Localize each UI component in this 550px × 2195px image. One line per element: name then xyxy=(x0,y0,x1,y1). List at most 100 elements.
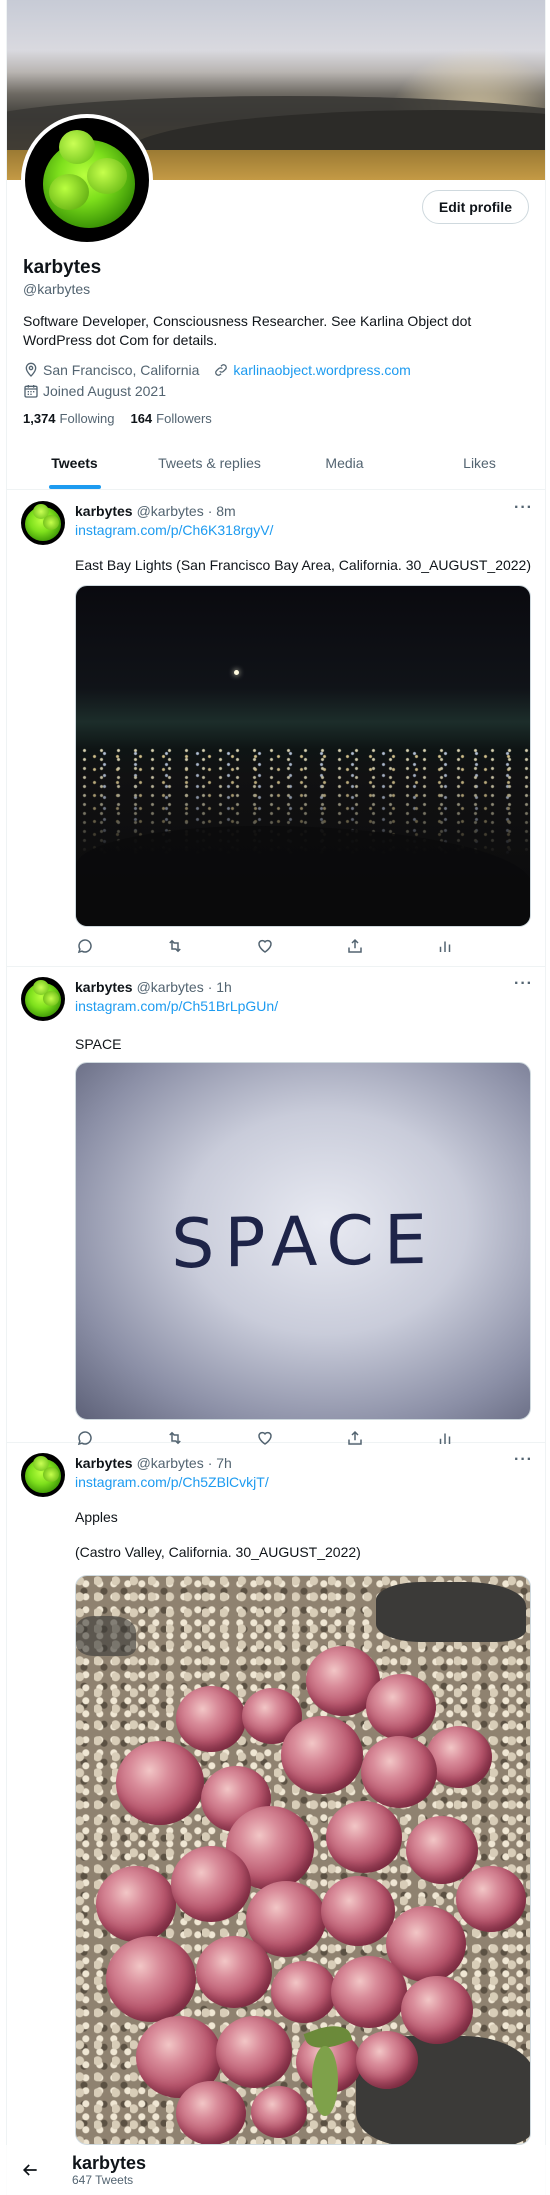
tab-tweets-replies[interactable]: Tweets & replies xyxy=(142,436,277,489)
moon-light xyxy=(234,670,239,675)
tweet-image[interactable]: SPACE xyxy=(75,1062,531,1420)
avatar-romanesco xyxy=(43,515,59,530)
website-link[interactable]: karlinaobject.wordpress.com xyxy=(233,362,410,378)
avatar-romanesco xyxy=(43,1467,59,1482)
tweet-link[interactable]: instagram.com/p/Ch5ZBlCvkjT/ xyxy=(75,1474,269,1490)
more-icon[interactable]: ··· xyxy=(514,499,533,517)
tweet-actions xyxy=(75,936,455,956)
tweet[interactable]: karbytes @karbytes · 1h ··· instagram.co… xyxy=(7,967,545,1446)
edit-profile-button[interactable]: Edit profile xyxy=(421,190,529,224)
tweet-time[interactable]: · 8m xyxy=(208,503,236,519)
share-icon[interactable] xyxy=(345,936,365,956)
link-icon xyxy=(215,364,228,376)
profile-name: karbytes xyxy=(23,257,102,278)
apple xyxy=(196,1936,272,2008)
apple xyxy=(271,1961,337,2023)
retweet-icon[interactable] xyxy=(165,936,185,956)
tweet-text: SPACE xyxy=(75,1036,122,1052)
tweet[interactable]: karbytes @karbytes · 8m ··· instagram.co… xyxy=(7,491,545,967)
apple xyxy=(281,1716,363,1794)
back-arrow-icon[interactable] xyxy=(20,2160,60,2180)
apple xyxy=(456,1866,526,1932)
profile-meta: San Francisco, California karlinaobject.… xyxy=(23,360,425,402)
header-title: karbytes xyxy=(72,2153,147,2173)
tweet-author-name[interactable]: karbytes xyxy=(75,1455,133,1471)
location-pin-icon xyxy=(25,362,37,377)
apple xyxy=(106,1936,196,2022)
avatar-romanesco xyxy=(43,991,59,1006)
more-icon[interactable]: ··· xyxy=(514,975,533,993)
calendar-icon xyxy=(24,385,38,398)
tweet-author-name[interactable]: karbytes xyxy=(75,979,133,995)
like-icon[interactable] xyxy=(255,936,275,956)
tweet-text: Apples xyxy=(75,1509,118,1525)
location: San Francisco, California xyxy=(23,362,199,378)
tweet-time[interactable]: · 1h xyxy=(208,979,232,995)
tweet-header: karbytes @karbytes · 8m xyxy=(75,503,236,519)
profile-tabs: Tweets Tweets & replies Media Likes xyxy=(7,436,545,490)
apple xyxy=(401,1976,473,2044)
following-count: 1,374 xyxy=(23,411,56,426)
apple xyxy=(356,2031,418,2089)
analytics-icon[interactable] xyxy=(435,936,455,956)
apple xyxy=(176,2081,246,2144)
location-text: San Francisco, California xyxy=(43,362,200,378)
followers-label: Followers xyxy=(156,411,212,426)
tweet-link[interactable]: instagram.com/p/Ch51BrLpGUn/ xyxy=(75,998,278,1014)
tweet-author-name[interactable]: karbytes xyxy=(75,503,133,519)
apple xyxy=(331,1956,407,2028)
tweet-text: East Bay Lights (San Francisco Bay Area,… xyxy=(75,557,531,573)
avatar-romanesco xyxy=(49,174,89,210)
apple xyxy=(216,2016,292,2088)
following-label: Following xyxy=(59,411,115,426)
tweet-avatar[interactable] xyxy=(21,1453,65,1497)
tweet-header: karbytes @karbytes · 1h xyxy=(75,979,232,995)
tweet[interactable]: karbytes @karbytes · 7h ··· instagram.co… xyxy=(7,1443,545,2195)
more-icon[interactable]: ··· xyxy=(514,1451,533,1469)
header-tweet-count: 647 Tweets xyxy=(72,2173,134,2187)
tweet-text-line-2: (Castro Valley, California. 30_AUGUST_20… xyxy=(75,1544,361,1560)
tab-tweets[interactable]: Tweets xyxy=(7,436,142,489)
profile-bio: Software Developer, Consciousness Resear… xyxy=(23,313,472,348)
apple xyxy=(326,1801,402,1873)
follow-stats: 1,374 Following 164 Followers xyxy=(23,411,228,426)
apple xyxy=(96,1866,176,1942)
followers-link[interactable]: 164 Followers xyxy=(130,411,211,426)
reply-icon[interactable] xyxy=(75,936,95,956)
tweet-avatar[interactable] xyxy=(21,501,65,545)
tweet-author-handle[interactable]: @karbytes xyxy=(137,1455,204,1471)
rock xyxy=(76,1616,136,1656)
header-title-block: karbytes 647 Tweets xyxy=(72,2153,146,2187)
tweet-avatar[interactable] xyxy=(21,977,65,1021)
tweet-link[interactable]: instagram.com/p/Ch6K318rgyV/ xyxy=(75,522,273,538)
tab-media[interactable]: Media xyxy=(277,436,412,489)
joined: Joined August 2021 xyxy=(23,383,166,399)
profile-avatar[interactable] xyxy=(21,114,153,246)
apple xyxy=(366,1674,436,1740)
handwritten-space-word: SPACE xyxy=(171,1200,437,1285)
tweet-author-handle[interactable]: @karbytes xyxy=(137,503,204,519)
following-link[interactable]: 1,374 Following xyxy=(23,411,114,426)
apple xyxy=(361,1736,437,1808)
profile-header-bar: karbytes 647 Tweets xyxy=(6,2145,546,2195)
apple xyxy=(321,1876,395,1946)
apple xyxy=(116,1741,204,1825)
website[interactable]: karlinaobject.wordpress.com xyxy=(213,362,411,378)
avatar-romanesco xyxy=(87,158,127,194)
profile-handle: @karbytes xyxy=(23,281,91,297)
avatar-romanesco xyxy=(59,130,95,164)
tweet-image[interactable] xyxy=(75,585,531,927)
apple xyxy=(171,1846,251,1922)
tweet-image[interactable] xyxy=(75,1575,531,2145)
apple-leaf xyxy=(312,2046,338,2116)
tweet-time[interactable]: · 7h xyxy=(208,1455,232,1471)
joined-text: Joined August 2021 xyxy=(43,383,166,399)
profile-column: Edit profile karbytes @karbytes Software… xyxy=(6,0,546,2195)
tab-likes[interactable]: Likes xyxy=(412,436,545,489)
rock xyxy=(376,1582,526,1642)
apple xyxy=(251,2086,307,2138)
tweet-author-handle[interactable]: @karbytes xyxy=(137,979,204,995)
followers-count: 164 xyxy=(130,411,153,426)
apple xyxy=(176,1686,246,1752)
tweet-header: karbytes @karbytes · 7h xyxy=(75,1455,232,1471)
